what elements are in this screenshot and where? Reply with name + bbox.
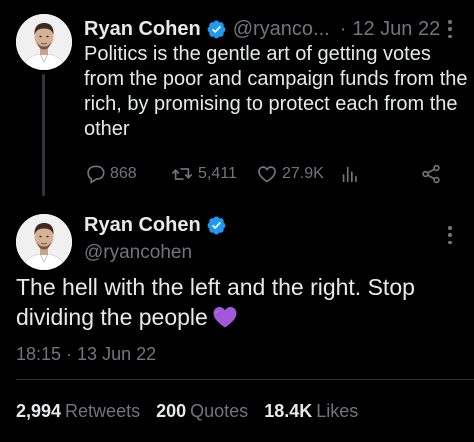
like-icon (258, 166, 276, 183)
avatar[interactable] (16, 14, 72, 70)
likes-label: Likes (316, 401, 359, 421)
author-name[interactable]: Ryan Cohen (84, 214, 201, 237)
divider (16, 379, 474, 380)
retweet-button[interactable]: 5,411 (170, 162, 237, 186)
quotes-count: 200 (156, 401, 187, 421)
retweet-icon (172, 168, 192, 180)
main-tweet[interactable]: Ryan Cohen @ryancohen The hell with the … (0, 198, 474, 442)
author-name[interactable]: Ryan Cohen (84, 18, 201, 41)
tweet-date[interactable]: 12 Jun 22 (352, 18, 440, 41)
author-name-row: Ryan Cohen (84, 214, 227, 237)
tweet-actions: 868 5,411 27.9K (84, 162, 454, 186)
parent-tweet-header: Ryan Cohen @ryanco... · 12 Jun 22 (84, 16, 440, 42)
thread-connector-line (42, 74, 45, 196)
views-icon (342, 166, 357, 183)
author-handle[interactable]: @ryancohen (84, 242, 192, 264)
retweet-count: 5,411 (198, 165, 237, 182)
like-count: 27.9K (282, 165, 324, 182)
more-icon[interactable] (440, 18, 460, 40)
quotes-stat[interactable]: 200 Quotes (156, 401, 248, 422)
avatar[interactable] (16, 214, 72, 270)
author-handle[interactable]: @ryanco... (233, 18, 330, 41)
retweets-stat[interactable]: 2,994 Retweets (16, 401, 140, 422)
tweet-timestamp[interactable]: 18:15 · 13 Jun 22 (16, 344, 156, 365)
engagement-stats: 2,994 Retweets 200 Quotes 18.4K Likes (16, 401, 374, 422)
parent-tweet[interactable]: Ryan Cohen @ryanco... · 12 Jun 22 Politi… (0, 0, 474, 198)
verified-badge-icon (206, 19, 227, 40)
avatar-photo (16, 14, 72, 70)
separator-dot: · (339, 17, 347, 40)
share-button[interactable] (420, 162, 442, 186)
reply-button[interactable]: 868 (84, 162, 137, 186)
tweet-text: Politics is the gentle art of getting vo… (84, 43, 468, 140)
avatar-photo (16, 214, 72, 270)
tweet-text-block: The hell with the left and the right. St… (16, 272, 461, 332)
likes-count: 18.4K (264, 401, 313, 421)
quotes-label: Quotes (190, 401, 249, 421)
reply-icon (87, 165, 105, 184)
more-icon[interactable] (440, 224, 460, 246)
likes-stat[interactable]: 18.4K Likes (264, 401, 358, 422)
verified-badge-icon (206, 215, 227, 236)
retweets-count: 2,994 (16, 401, 62, 421)
retweets-label: Retweets (65, 401, 141, 421)
share-icon (422, 164, 440, 184)
like-button[interactable]: 27.9K (256, 162, 324, 186)
views-button[interactable] (339, 162, 361, 186)
purple-heart-icon (212, 305, 238, 329)
reply-count: 868 (110, 165, 137, 182)
screen: Ryan Cohen @ryanco... · 12 Jun 22 Politi… (0, 0, 474, 442)
